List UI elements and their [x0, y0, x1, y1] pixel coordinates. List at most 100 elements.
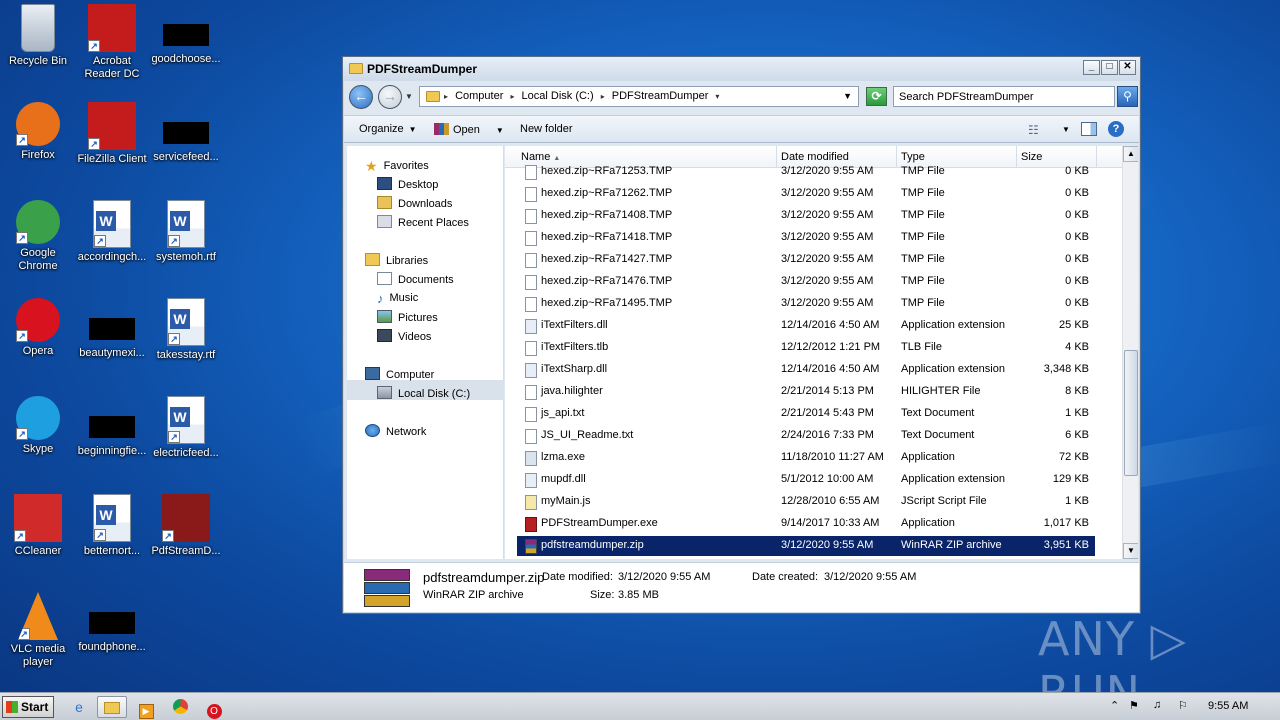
nav-local-disk[interactable]: Local Disk (C:): [377, 386, 470, 400]
view-icon[interactable]: ☷: [1028, 123, 1039, 137]
chevron-down-icon[interactable]: ▼: [496, 126, 504, 135]
file-date: 2/24/2016 7:33 PM: [781, 429, 874, 441]
breadcrumb-arrow-icon[interactable]: ▸: [444, 92, 448, 101]
breadcrumb-folder[interactable]: PDFStreamDumper: [612, 90, 709, 102]
desktop-icon-item[interactable]: beginningfie...: [74, 396, 150, 458]
start-button[interactable]: Start: [2, 696, 54, 718]
address-history-dropdown[interactable]: ▼: [843, 91, 852, 101]
desktop-icon-item[interactable]: W ↗ takesstay.rtf: [148, 298, 224, 362]
column-divider[interactable]: [1096, 146, 1097, 168]
file-row[interactable]: hexed.zip~RFa71262.TMP 3/12/2020 9:55 AM T…: [517, 184, 1095, 204]
file-row[interactable]: hexed.zip~RFa71408.TMP 3/12/2020 9:55 AM T…: [517, 206, 1095, 226]
nav-downloads[interactable]: Downloads: [377, 196, 452, 210]
desktop-icon-item[interactable]: ↗ PdfStreamD...: [148, 494, 224, 558]
nav-computer[interactable]: Computer: [365, 367, 434, 381]
file-row[interactable]: hexed.zip~RFa71495.TMP 3/12/2020 9:55 AM T…: [517, 294, 1095, 314]
desktop-icon-item[interactable]: ↗ Acrobat Reader DC: [74, 4, 150, 81]
explorer-taskbar-icon[interactable]: [97, 696, 127, 718]
nav-pictures[interactable]: Pictures: [377, 310, 438, 324]
file-row[interactable]: iTextSharp.dll 12/14/2016 4:50 AM Applicat…: [517, 360, 1095, 380]
file-row[interactable]: hexed.zip~RFa71418.TMP 3/12/2020 9:55 AM T…: [517, 228, 1095, 248]
forward-button[interactable]: →: [378, 85, 402, 109]
desktop-icon-item[interactable]: ↗ CCleaner: [0, 494, 76, 558]
recent-pages-dropdown[interactable]: ▼: [405, 92, 413, 101]
file-row[interactable]: hexed.zip~RFa71253.TMP 3/12/2020 9:55 AM T…: [517, 162, 1095, 182]
breadcrumb-arrow-icon[interactable]: ▸: [601, 92, 605, 101]
back-button[interactable]: ←: [349, 85, 373, 109]
new-folder-button[interactable]: New folder: [520, 123, 573, 135]
maximize-button[interactable]: □: [1101, 60, 1118, 75]
chrome-icon[interactable]: [165, 696, 195, 718]
nav-libraries[interactable]: Libraries: [365, 253, 428, 267]
nav-favorites[interactable]: ★ Favorites: [365, 158, 429, 174]
vertical-scrollbar[interactable]: ▲ ▼: [1122, 146, 1138, 559]
desktop-icon-item[interactable]: ↗ Google Chrome: [0, 200, 76, 273]
nav-documents[interactable]: Documents: [377, 272, 454, 286]
desktop-icon-item[interactable]: ↗ Firefox: [0, 102, 76, 162]
file-row[interactable]: iTextFilters.dll 12/14/2016 4:50 AM Applic…: [517, 316, 1095, 336]
blank-icon: [89, 612, 135, 634]
internet-explorer-icon[interactable]: e: [64, 696, 94, 718]
blank-icon: [89, 318, 135, 340]
scroll-up-icon[interactable]: ▲: [1123, 146, 1138, 162]
file-row[interactable]: PDFStreamDumper.exe 9/14/2017 10:33 AM App…: [517, 514, 1095, 534]
open-button[interactable]: Open ▼: [434, 123, 504, 136]
minimize-button[interactable]: _: [1083, 60, 1100, 75]
nav-videos[interactable]: Videos: [377, 329, 431, 343]
help-icon[interactable]: ?: [1108, 121, 1124, 137]
scroll-down-icon[interactable]: ▼: [1123, 543, 1138, 559]
breadcrumb-dropdown-icon[interactable]: ▾: [715, 92, 719, 101]
view-dropdown-icon[interactable]: ▼: [1057, 123, 1070, 135]
desktop-icon-item[interactable]: ↗ Skype: [0, 396, 76, 456]
desktop-icon-item[interactable]: W ↗ betternort...: [74, 494, 150, 558]
file-row[interactable]: JS_UI_Readme.txt 2/24/2016 7:33 PM Text Do…: [517, 426, 1095, 446]
file-row[interactable]: pdfstreamdumper.zip 3/12/2020 9:55 AM WinR…: [517, 536, 1095, 556]
media-player-icon[interactable]: ▶: [131, 696, 161, 719]
title-bar[interactable]: PDFStreamDumper _ □ ✕: [343, 57, 1140, 81]
desktop-icon-item[interactable]: Recycle Bin: [0, 4, 76, 68]
nav-network[interactable]: Network: [365, 424, 426, 438]
desktop-icon-item[interactable]: ↗ VLC media player: [0, 592, 76, 669]
opera-icon: ↗: [16, 298, 60, 342]
desktop-icon-item[interactable]: ↗ Opera: [0, 298, 76, 358]
nav-music[interactable]: ♪ Music: [377, 291, 418, 306]
search-icon[interactable]: ⚲: [1117, 86, 1138, 107]
opera-icon[interactable]: O: [199, 696, 229, 719]
file-row[interactable]: mupdf.dll 5/1/2012 10:00 AM Application ex…: [517, 470, 1095, 490]
desktop-icon-item[interactable]: servicefeed...: [148, 102, 224, 164]
flag-icon[interactable]: ⚐: [1178, 699, 1188, 712]
desktop-icon-item[interactable]: W ↗ accordingch...: [74, 200, 150, 264]
clock[interactable]: 9:55 AM: [1208, 700, 1248, 712]
breadcrumb-arrow-icon[interactable]: ▸: [510, 92, 514, 101]
file-list[interactable]: Name ▲ Date modified Type Size hexed.zip…: [505, 146, 1138, 559]
file-row[interactable]: hexed.zip~RFa71427.TMP 3/12/2020 9:55 AM T…: [517, 250, 1095, 270]
breadcrumb-computer[interactable]: Computer: [455, 90, 503, 102]
breadcrumb-local-disk[interactable]: Local Disk (C:): [522, 90, 594, 102]
close-button[interactable]: ✕: [1119, 60, 1136, 75]
file-row[interactable]: iTextFilters.tlb 12/12/2012 1:21 PM TLB Fi…: [517, 338, 1095, 358]
search-input[interactable]: Search PDFStreamDumper: [893, 86, 1115, 107]
preview-pane-icon[interactable]: [1081, 122, 1097, 136]
show-hidden-icons-icon[interactable]: ⌃: [1110, 699, 1119, 712]
scroll-thumb[interactable]: [1124, 350, 1138, 476]
desktop-icon-item[interactable]: W ↗ electricfeed...: [148, 396, 224, 460]
desktop-icon-item[interactable]: ↗ FileZilla Client: [74, 102, 150, 166]
action-center-icon[interactable]: ⚑: [1129, 699, 1139, 712]
shortcut-arrow-icon: ↗: [168, 431, 180, 443]
desktop-icon-item[interactable]: foundphone...: [74, 592, 150, 654]
file-row[interactable]: lzma.exe 11/18/2010 11:27 AM Application 72…: [517, 448, 1095, 468]
desktop-icon-item[interactable]: W ↗ systemoh.rtf: [148, 200, 224, 264]
explorer-window[interactable]: PDFStreamDumper _ □ ✕ ← → ▼ ▸ Computer ▸…: [342, 56, 1141, 614]
organize-button[interactable]: Organize ▼: [359, 123, 417, 135]
file-row[interactable]: js_api.txt 2/21/2014 5:43 PM Text Document…: [517, 404, 1095, 424]
file-row[interactable]: myMain.js 12/28/2010 6:55 AM JScript Scrip…: [517, 492, 1095, 512]
refresh-button[interactable]: ⟳: [866, 87, 887, 106]
volume-icon[interactable]: ♫: [1153, 699, 1161, 711]
nav-recent-places[interactable]: Recent Places: [377, 215, 469, 229]
file-row[interactable]: hexed.zip~RFa71476.TMP 3/12/2020 9:55 AM T…: [517, 272, 1095, 292]
address-field[interactable]: ▸ Computer ▸ Local Disk (C:) ▸ PDFStream…: [419, 86, 859, 107]
desktop-icon-item[interactable]: goodchoose...: [148, 4, 224, 66]
desktop-icon-item[interactable]: beautymexi...: [74, 298, 150, 360]
file-row[interactable]: java.hilighter 2/21/2014 5:13 PM HILIGHTER…: [517, 382, 1095, 402]
nav-desktop[interactable]: Desktop: [377, 177, 438, 191]
